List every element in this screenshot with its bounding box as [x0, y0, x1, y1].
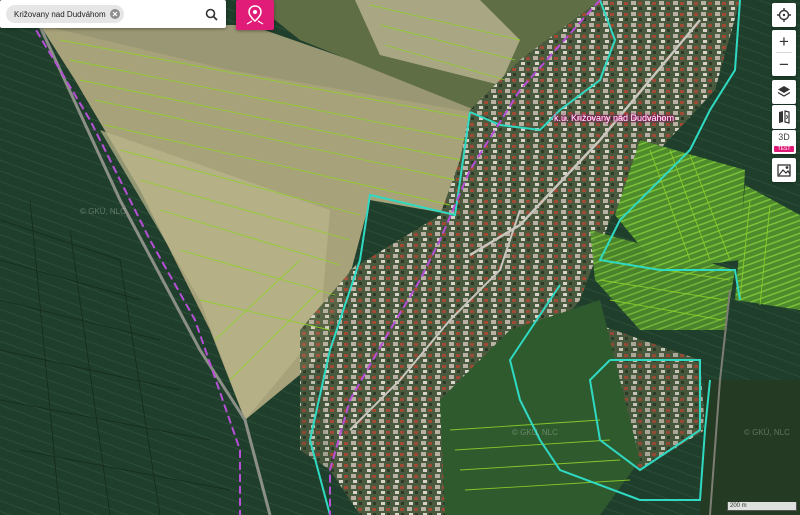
watermark-text: © GKÚ, NLC [512, 428, 558, 437]
location-chip-label: Križovany nad Dudváhom [14, 9, 106, 19]
watermark-text: © GKÚ, NLC [80, 207, 126, 216]
search-icon[interactable] [202, 5, 220, 23]
street-view-button[interactable] [772, 158, 796, 182]
clear-chip-icon[interactable] [109, 9, 120, 19]
zoom-in-button[interactable]: + [772, 30, 796, 52]
3d-label: 3D [778, 132, 790, 142]
map-base-imagery [0, 0, 800, 515]
layers-icon [777, 86, 791, 97]
image-pin-icon [777, 164, 791, 177]
3d-view-button[interactable]: 3D TEST [772, 130, 796, 154]
layers-button[interactable] [772, 80, 796, 104]
map-pin-icon [246, 5, 264, 25]
locate-me-button[interactable] [772, 3, 796, 27]
test-badge: TEST [774, 146, 794, 152]
watermark-text: © GKÚ, NLC [744, 428, 790, 437]
location-chip[interactable]: Križovany nad Dudváhom [6, 5, 124, 23]
scale-bar: 200 m [727, 502, 797, 511]
cadastral-area-label: k.ú. Križovany nad Dudváhom [554, 113, 675, 123]
crosshair-icon [777, 8, 791, 22]
zoom-out-button[interactable]: − [772, 53, 796, 75]
map-type-button[interactable] [772, 105, 796, 129]
zoom-controls: + − [772, 30, 796, 76]
location-pin-button[interactable] [236, 0, 274, 30]
satellite-map[interactable] [0, 0, 800, 515]
book-map-icon [779, 110, 790, 124]
search-bar[interactable]: Križovany nad Dudváhom [0, 0, 226, 28]
